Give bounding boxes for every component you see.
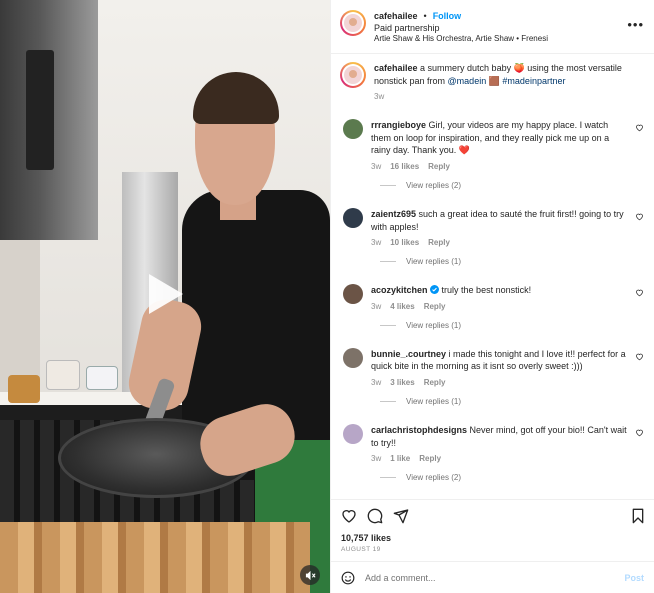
caption-username[interactable]: cafehailee <box>374 63 418 73</box>
comment-username[interactable]: rrrangieboye <box>371 120 426 130</box>
comment-username[interactable]: zaientz695 <box>371 209 416 219</box>
comment-time[interactable]: 3w <box>371 454 381 463</box>
view-replies-button[interactable]: View replies (1) <box>380 321 644 330</box>
heart-icon[interactable] <box>635 352 644 361</box>
post-video[interactable] <box>0 0 330 593</box>
reply-button[interactable]: Reply <box>424 378 446 387</box>
likes-count[interactable]: 10,757 likes <box>341 533 644 543</box>
comment-item: acozykitchen truly the best nonstick! 3w… <box>340 284 644 311</box>
comment-time[interactable]: 3w <box>371 162 381 171</box>
comment-text: truly the best nonstick! <box>439 285 532 296</box>
comment-composer: Post <box>331 561 654 593</box>
view-replies-button[interactable]: View replies (1) <box>380 397 644 406</box>
heart-icon[interactable] <box>635 428 644 437</box>
comment-username[interactable]: bunnie_.courtney <box>371 349 446 359</box>
muted-speaker-icon[interactable] <box>300 565 320 585</box>
heart-icon[interactable] <box>341 508 357 524</box>
comment-item: rrrangieboye Girl, your videos are my ha… <box>340 119 644 171</box>
add-comment-input[interactable] <box>365 572 615 583</box>
reply-button[interactable]: Reply <box>419 454 441 463</box>
post-comment-button[interactable]: Post <box>624 573 644 583</box>
comment-time[interactable]: 3w <box>371 238 381 247</box>
bookmark-icon[interactable] <box>630 508 646 524</box>
separator-dot: • <box>423 11 427 21</box>
heart-icon[interactable] <box>635 123 644 132</box>
comment-item: bunnie_.courtney i made this tonight and… <box>340 347 644 387</box>
comments-list[interactable]: cafehailee a summery dutch baby 🍑 using … <box>331 54 654 499</box>
hashtag-link[interactable]: #madeinpartner <box>502 76 565 86</box>
comment-likes[interactable]: 3 likes <box>390 378 414 387</box>
reply-button[interactable]: Reply <box>428 162 450 171</box>
view-replies-button[interactable]: View replies (2) <box>380 473 644 482</box>
comment-icon[interactable] <box>367 508 383 524</box>
range-hood <box>0 0 98 240</box>
verified-badge-icon <box>430 285 440 295</box>
author-username[interactable]: cafehailee <box>374 10 418 22</box>
play-icon[interactable] <box>143 272 187 316</box>
post-actions: 10,757 likes AUGUST 19 <box>331 499 654 561</box>
follow-button[interactable]: Follow <box>433 10 462 22</box>
reply-button[interactable]: Reply <box>428 238 450 247</box>
post-details-panel: cafehailee • Follow Paid partnership Art… <box>330 0 654 593</box>
view-replies-button[interactable]: View replies (2) <box>380 181 644 190</box>
comment-username[interactable]: acozykitchen <box>371 285 428 295</box>
red-heart-emoji: ❤️ <box>458 145 470 156</box>
comment-username[interactable]: carlachristophdesigns <box>371 425 467 435</box>
more-options-icon[interactable]: ••• <box>627 18 644 31</box>
comment-item: zaientz695 such a great idea to sauté th… <box>340 207 644 247</box>
comment-item: carlachristophdesigns Never mind, got of… <box>340 423 644 463</box>
cutting-board <box>0 522 310 593</box>
caption-time[interactable]: 3w <box>374 92 384 101</box>
comment-likes[interactable]: 1 like <box>390 454 410 463</box>
paid-partnership-label[interactable]: Paid partnership <box>374 22 548 34</box>
heart-icon[interactable] <box>635 288 644 297</box>
avatar[interactable] <box>340 62 366 88</box>
comment-time[interactable]: 3w <box>371 302 381 311</box>
avatar[interactable] <box>343 423 363 444</box>
avatar[interactable] <box>340 10 366 36</box>
comment-likes[interactable]: 16 likes <box>390 162 419 171</box>
post-caption: cafehailee a summery dutch baby 🍑 using … <box>340 62 644 101</box>
mention-link[interactable]: @madein <box>448 76 487 86</box>
post-header: cafehailee • Follow Paid partnership Art… <box>331 0 654 54</box>
share-icon[interactable] <box>393 508 409 524</box>
reply-button[interactable]: Reply <box>424 302 446 311</box>
emoji-icon[interactable] <box>341 571 355 585</box>
avatar[interactable] <box>343 347 363 368</box>
comment-likes[interactable]: 4 likes <box>390 302 414 311</box>
view-replies-button[interactable]: View replies (1) <box>380 257 644 266</box>
audio-track-link[interactable]: Artie Shaw & His Orchestra, Artie Shaw •… <box>374 34 548 45</box>
comment-time[interactable]: 3w <box>371 378 381 387</box>
avatar[interactable] <box>343 207 363 228</box>
avatar[interactable] <box>343 284 363 305</box>
avatar[interactable] <box>343 119 363 140</box>
comment-likes[interactable]: 10 likes <box>390 238 419 247</box>
instagram-post: cafehailee • Follow Paid partnership Art… <box>0 0 654 593</box>
post-date[interactable]: AUGUST 19 <box>341 546 644 553</box>
heart-icon[interactable] <box>635 212 644 221</box>
